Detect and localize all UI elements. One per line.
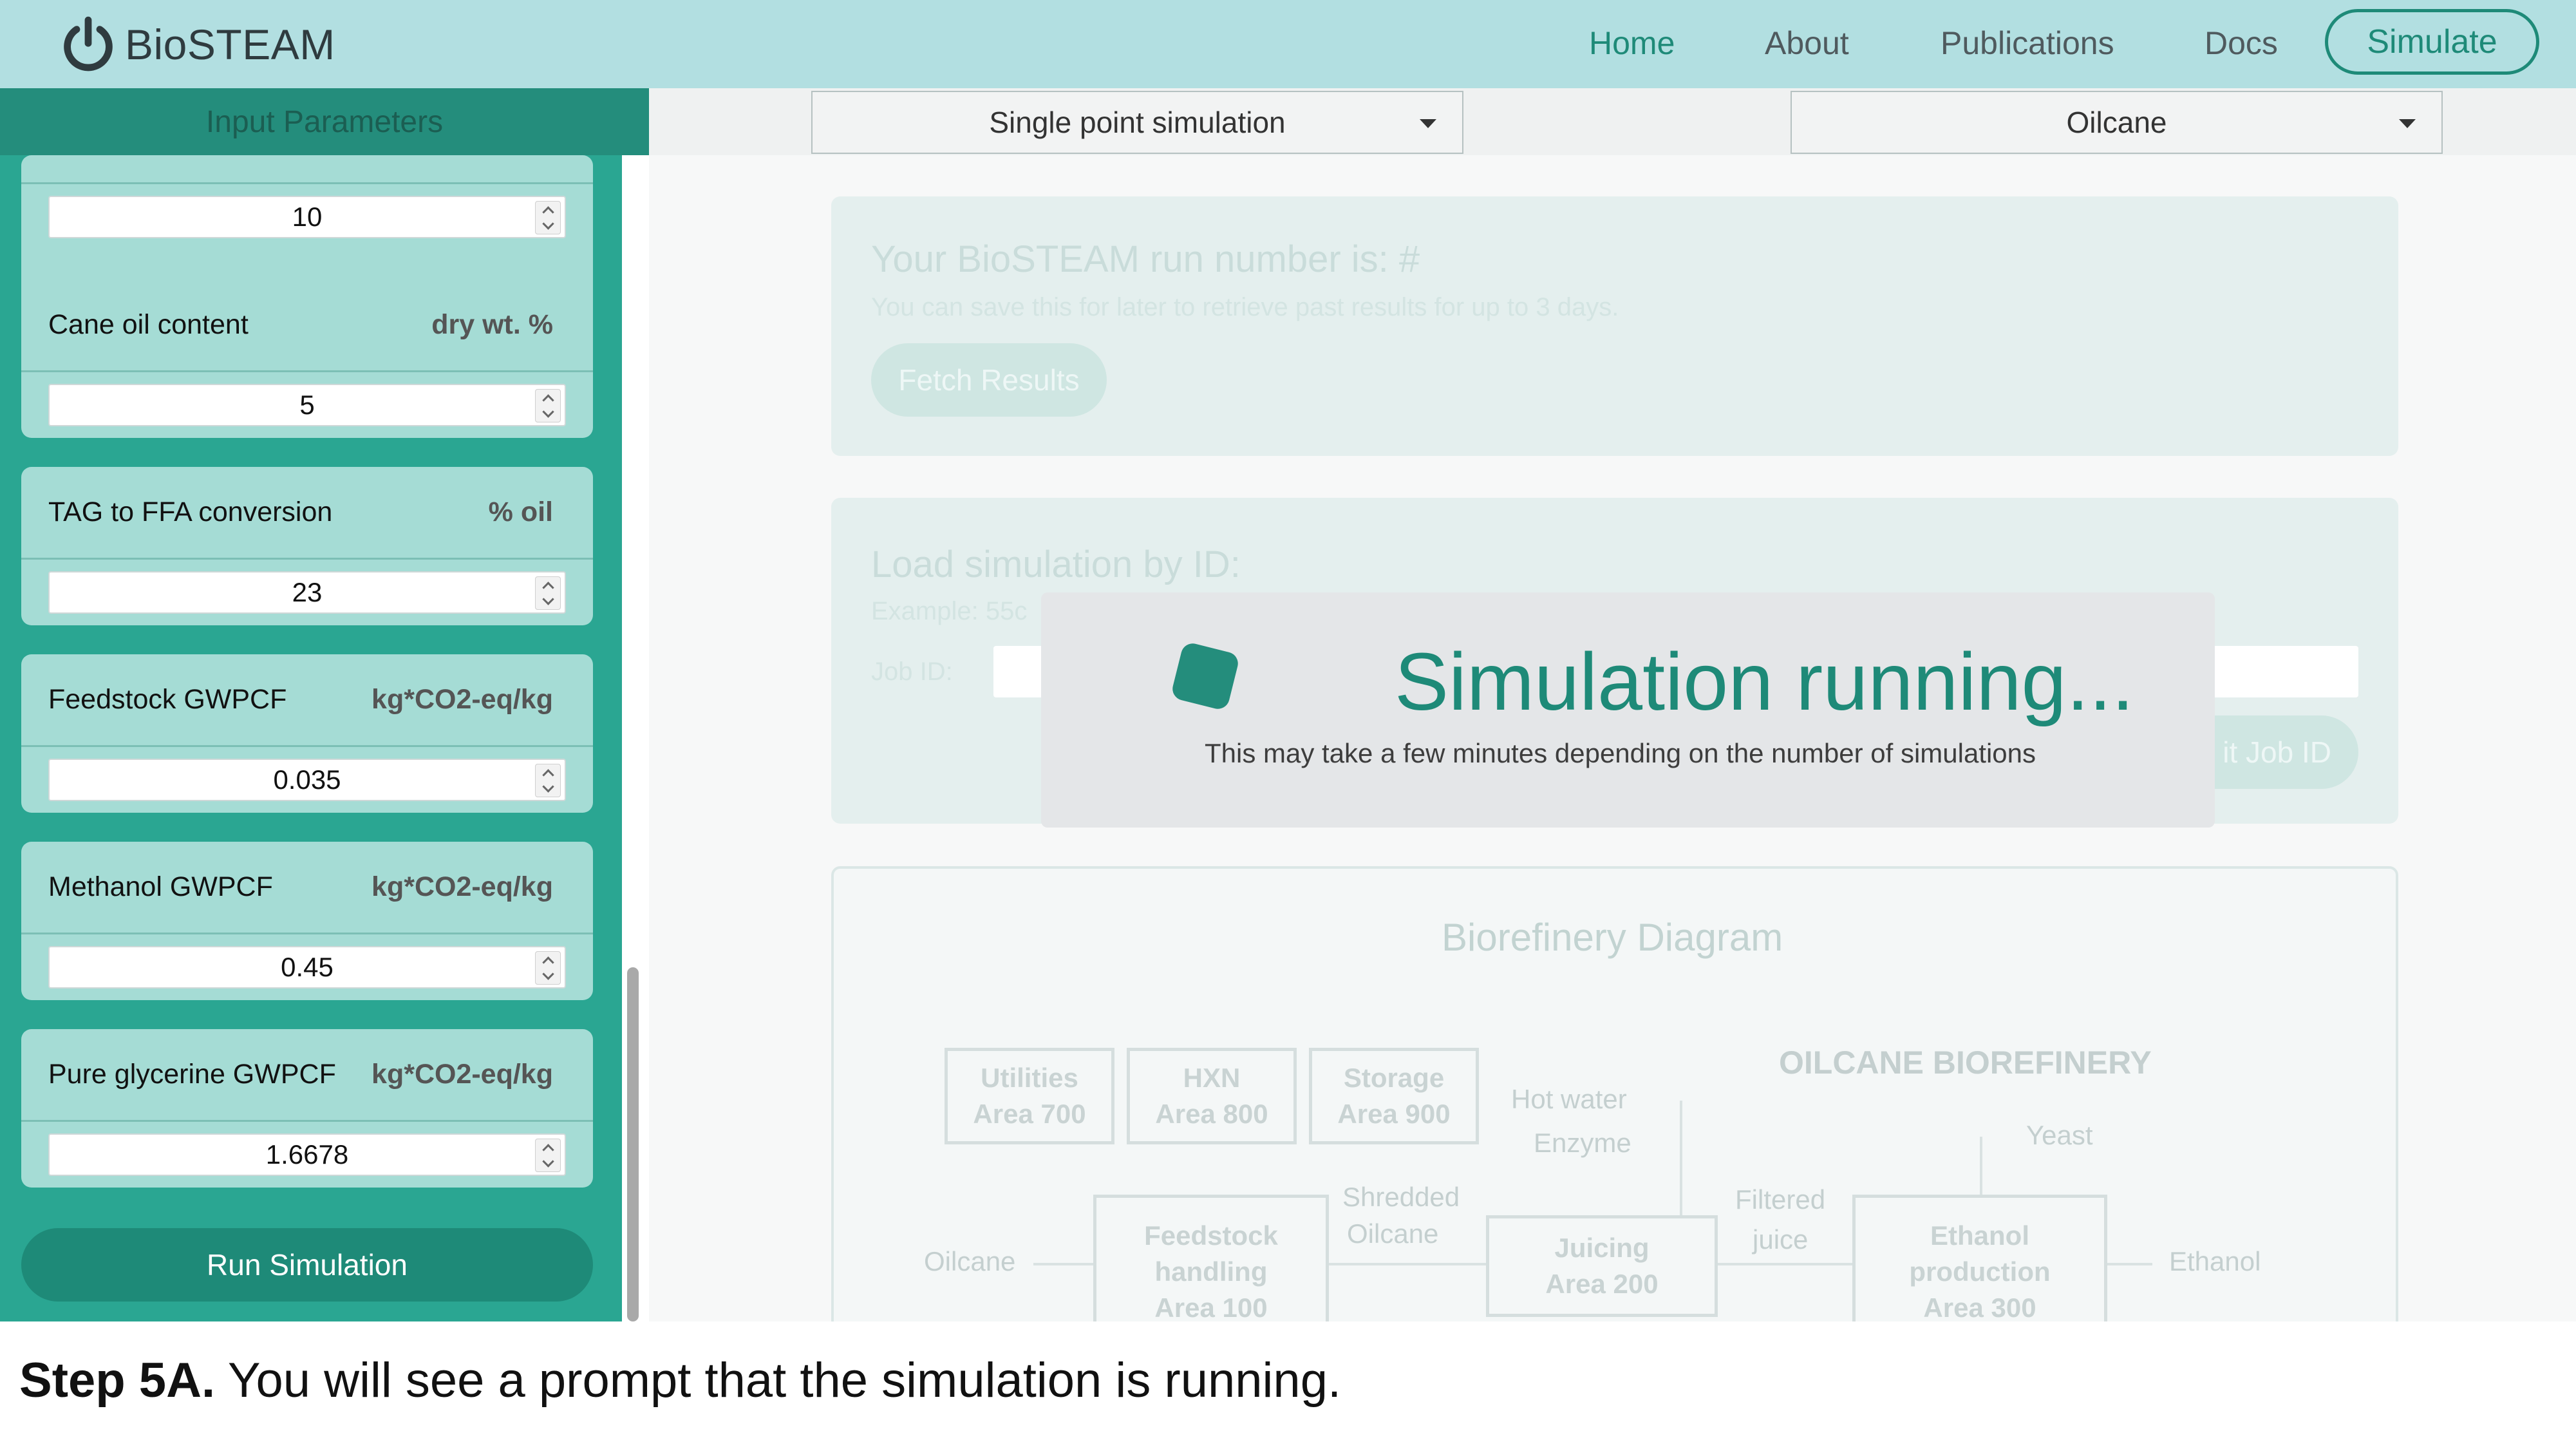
nav-link-docs[interactable]: Docs xyxy=(2205,19,2278,67)
shredded-stream-label: Shredded xyxy=(1342,1182,1460,1212)
run-number-panel: Your BioSTEAM run number is: # You can s… xyxy=(831,196,2398,456)
fetch-results-button[interactable]: Fetch Results xyxy=(871,343,1107,417)
step-caption: Step 5A. You will see a prompt that the … xyxy=(19,1352,1341,1408)
param-card-feedstock-gwpcf: Feedstock GWPCF kg*CO2-eq/kg 0.035 xyxy=(21,654,593,813)
browser-viewport: BioSTEAM Home About Publications Docs Si… xyxy=(0,0,2576,1321)
load-example: Example: 55c xyxy=(871,597,1028,625)
hxn-box: HXN Area 800 xyxy=(1127,1048,1297,1144)
param-card-tag-ffa-conversion: TAG to FFA conversion % oil 23 xyxy=(21,467,593,625)
select-bar: Single point simulation Oilcane xyxy=(649,88,2576,155)
sidebar: Input Parameters 10 Cane oil content dry… xyxy=(0,88,649,1321)
param-label: TAG to FFA conversion xyxy=(48,497,333,527)
param-input[interactable]: 5 xyxy=(48,384,566,426)
yeast-stream-label: Yeast xyxy=(2026,1120,2093,1150)
param-label: Cane oil content xyxy=(48,309,249,340)
brand[interactable]: BioSTEAM xyxy=(59,13,335,75)
enzyme-stream-label: Enzyme xyxy=(1534,1128,1631,1158)
shredded-oilcane-stream-label: Oilcane xyxy=(1347,1218,1439,1249)
caption-text: You will see a prompt that the simulatio… xyxy=(215,1353,1342,1408)
param-unit: % oil xyxy=(488,497,553,527)
param-unit: kg*CO2-eq/kg xyxy=(371,684,553,715)
loading-spinner-icon xyxy=(1170,641,1241,712)
load-title: Load simulation by ID: xyxy=(871,544,1241,585)
storage-box: Storage Area 900 xyxy=(1309,1048,1479,1144)
diagram-title: Biorefinery Diagram xyxy=(1442,916,1783,959)
biorefinery-diagram-panel: Biorefinery Diagram OILCANE BIOREFINERY … xyxy=(831,866,2398,1321)
caret-down-icon xyxy=(2399,119,2416,128)
spinner-icon[interactable] xyxy=(535,1139,561,1172)
job-id-label: Job ID: xyxy=(871,658,953,686)
nav-link-about[interactable]: About xyxy=(1765,19,1849,67)
spinner-icon[interactable] xyxy=(535,951,561,985)
simulate-button[interactable]: Simulate xyxy=(2325,9,2539,75)
ethanol-stream-label: Ethanol xyxy=(2169,1246,2261,1276)
hot-water-stream-label: Hot water xyxy=(1511,1084,1627,1114)
modal-title: Simulation running... xyxy=(1395,636,2134,727)
param-input[interactable]: 23 xyxy=(48,571,566,614)
feedstock-handling-box: Feedstock handling Area 100 xyxy=(1093,1195,1329,1321)
feedstock-select[interactable]: Oilcane xyxy=(1791,91,2443,154)
param-label: Methanol GWPCF xyxy=(48,871,273,902)
caption-step: Step 5A. xyxy=(19,1353,216,1408)
run-number-subtitle: You can save this for later to retrieve … xyxy=(871,293,1619,321)
param-unit: kg*CO2-eq/kg xyxy=(371,1059,553,1090)
param-card-pure-glycerine-gwpcf: Pure glycerine GWPCF kg*CO2-eq/kg 1.6678 xyxy=(21,1029,593,1188)
sidebar-scrollbar[interactable] xyxy=(627,967,639,1321)
ethanol-production-box: Ethanol production Area 300 xyxy=(1852,1195,2107,1321)
diagram-heading: OILCANE BIOREFINERY xyxy=(1779,1045,2152,1081)
modal-subtitle: This may take a few minutes depending on… xyxy=(1205,738,2036,768)
utilities-box: Utilities Area 700 xyxy=(945,1048,1114,1144)
param-unit: dry wt. % xyxy=(431,309,553,340)
simulation-mode-select[interactable]: Single point simulation xyxy=(811,91,1463,154)
run-number-title: Your BioSTEAM run number is: # xyxy=(871,238,1420,280)
spinner-icon[interactable] xyxy=(535,389,561,422)
filtered-juice-stream-label: juice xyxy=(1753,1224,1809,1255)
param-label: Feedstock GWPCF xyxy=(48,684,287,715)
param-input[interactable]: 0.45 xyxy=(48,946,566,989)
param-input[interactable]: 10 xyxy=(48,196,566,238)
param-input[interactable]: 1.6678 xyxy=(48,1133,566,1176)
oilcane-stream-label: Oilcane xyxy=(924,1246,1016,1276)
power-logo-icon xyxy=(64,16,113,71)
spinner-icon[interactable] xyxy=(535,576,561,610)
param-card-methanol-gwpcf: Methanol GWPCF kg*CO2-eq/kg 0.45 xyxy=(21,842,593,1000)
param-input[interactable]: 0.035 xyxy=(48,759,566,801)
param-unit: kg*CO2-eq/kg xyxy=(371,871,553,902)
spinner-icon[interactable] xyxy=(535,764,561,797)
run-simulation-button[interactable]: Run Simulation xyxy=(21,1228,593,1302)
nav-link-home[interactable]: Home xyxy=(1589,19,1675,67)
param-label: Pure glycerine GWPCF xyxy=(48,1059,336,1090)
brand-name: BioSTEAM xyxy=(125,20,335,68)
caret-down-icon xyxy=(1420,119,1436,128)
navbar: BioSTEAM Home About Publications Docs Si… xyxy=(0,0,2576,88)
param-card-cane-oil-content: Cane oil content dry wt. % 5 xyxy=(21,279,593,438)
spinner-icon[interactable] xyxy=(535,201,561,234)
nav-link-publications[interactable]: Publications xyxy=(1941,19,2114,67)
juicing-box: Juicing Area 200 xyxy=(1486,1215,1718,1317)
sidebar-header: Input Parameters xyxy=(0,88,649,155)
simulation-running-modal: Simulation running... This may take a fe… xyxy=(1041,592,2215,828)
filtered-stream-label: Filtered xyxy=(1735,1184,1826,1215)
